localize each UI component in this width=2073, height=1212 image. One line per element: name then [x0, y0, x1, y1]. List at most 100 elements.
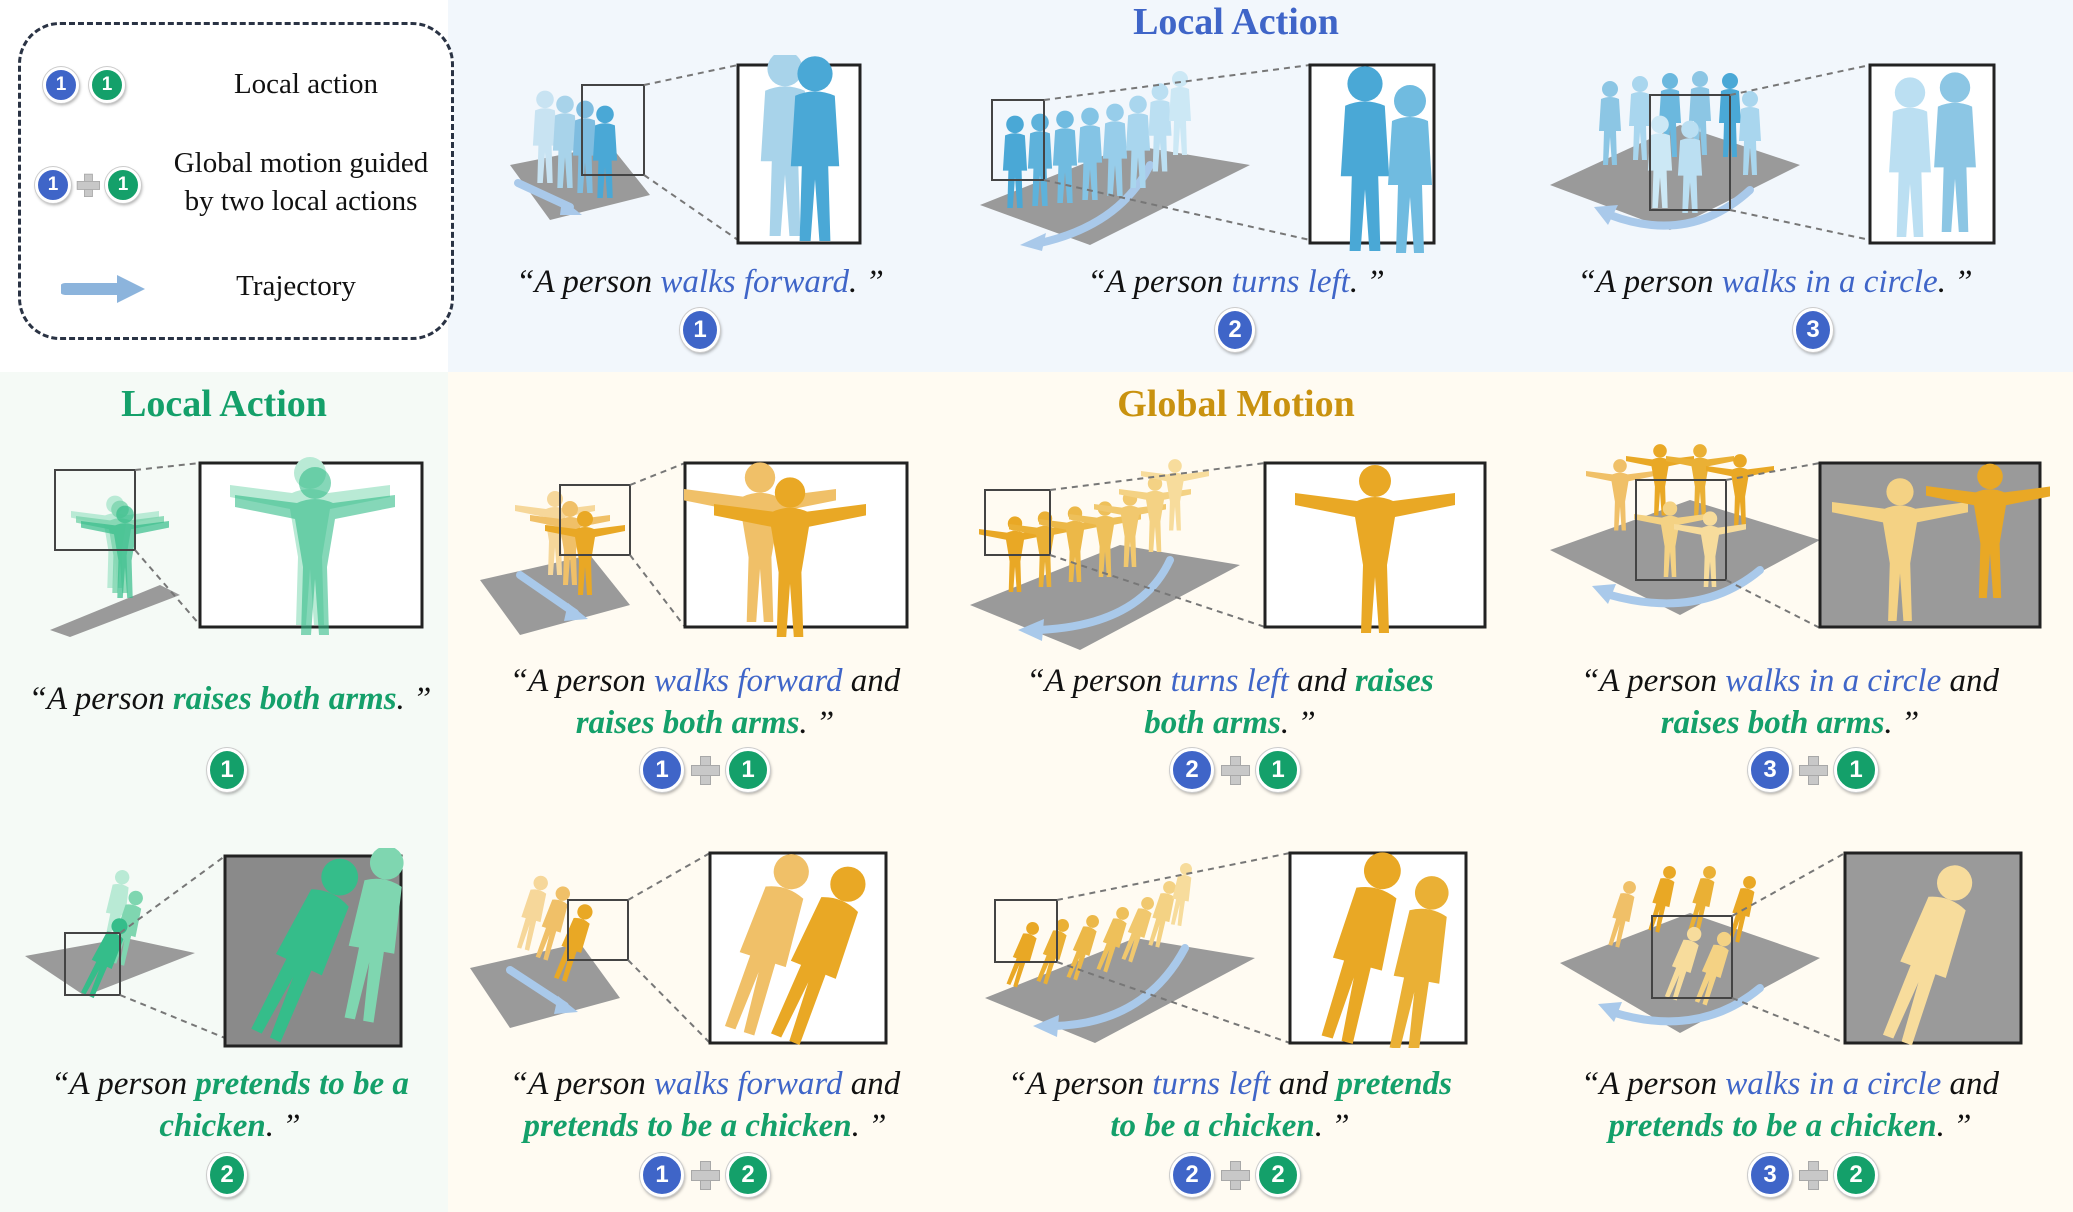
legend-trajectory-label: Trajectory — [236, 270, 356, 302]
badge-blue: 3 — [1793, 308, 1833, 352]
heading-local-action-left: Local Action — [121, 383, 327, 425]
caption-action-blue: walks in a circle — [1725, 663, 1942, 699]
caption-and: and — [1288, 663, 1355, 699]
caption-prefix: “A person — [28, 681, 173, 717]
caption-pretends-chicken: “A person pretends to be a chicken. ” — [0, 1063, 460, 1147]
badge-group-top-2: 2 — [1215, 308, 1255, 352]
caption-action: walks forward — [660, 264, 849, 300]
illustration-walks-in-circle — [1550, 63, 1996, 245]
plus-icon — [1220, 1160, 1250, 1190]
caption-circle-chicken: “A person walks in a circle and pretends… — [1540, 1063, 2040, 1147]
badge-green: 2 — [207, 1153, 247, 1197]
illustration-global-forward-arms — [480, 461, 909, 637]
caption-prefix: “A person — [1581, 663, 1726, 699]
badge-blue: 1 — [640, 1153, 684, 1197]
badge-blue: 2 — [1170, 1153, 1214, 1197]
caption-forward-arms: “A person walks forward and raises both … — [470, 660, 940, 744]
heading-global-motion: Global Motion — [1117, 383, 1355, 425]
plus-icon — [76, 173, 100, 197]
illustration-turns-left — [980, 63, 1436, 253]
caption-prefix: “A person — [1026, 663, 1171, 699]
caption-prefix: “A person — [51, 1066, 196, 1102]
badge-green-one: 1 — [89, 67, 125, 103]
caption-suffix: . ” — [396, 681, 432, 717]
caption-suffix: . ” — [1349, 264, 1385, 300]
caption-and: and — [1270, 1066, 1337, 1102]
illustration-global-left-arms — [970, 459, 1487, 650]
caption-suffix: . ” — [1936, 1108, 1972, 1144]
caption-action-green: both arms — [1144, 705, 1281, 741]
badge-green: 1 — [726, 748, 770, 792]
caption-prefix: “A person — [1007, 1066, 1153, 1102]
legend-global-line1: Global motion guided — [173, 147, 429, 179]
legend-local-badges: 1 1 — [43, 65, 153, 105]
badge-green: 2 — [1256, 1153, 1300, 1197]
caption-and: and — [842, 663, 901, 699]
caption-left-chicken: “A person turns left and pretends to be … — [975, 1063, 1485, 1147]
badge-group-circle-arms: 3 1 — [1723, 748, 1903, 792]
caption-action-green: raises — [1354, 663, 1434, 699]
plus-icon — [690, 1160, 720, 1190]
badge-group-left-1: 1 — [207, 748, 247, 792]
caption-walks-forward: “A person walks forward. ” — [470, 261, 930, 303]
caption-action-blue: turns left — [1170, 663, 1289, 699]
plus-icon — [1798, 755, 1828, 785]
caption-raises-both-arms: “A person raises both arms. ” — [0, 678, 460, 720]
caption-action: turns left — [1231, 264, 1350, 300]
trajectory-arrow-icon — [61, 275, 145, 303]
badge-blue: 1 — [680, 308, 720, 352]
legend-local-action-label: Local action — [233, 68, 379, 100]
badge-group-left-arms: 2 1 — [1145, 748, 1325, 792]
illustration-global-circle-chicken — [1560, 851, 2023, 1048]
badge-group-left-2: 2 — [207, 1153, 247, 1197]
illustration-walks-forward — [510, 55, 862, 245]
heading-local-action-top: Local Action — [1133, 1, 1339, 43]
badge-blue: 2 — [1170, 748, 1214, 792]
caption-action-green: to be a chicken — [1110, 1108, 1315, 1144]
illustration-pretends-chicken — [25, 848, 413, 1048]
caption-circle-arms: “A person walks in a circle and raises b… — [1540, 660, 2040, 744]
caption-action-green: pretends to be a chicken — [1608, 1108, 1937, 1144]
badge-green: 2 — [1834, 1153, 1878, 1197]
badge-blue: 3 — [1748, 1153, 1792, 1197]
plus-icon — [1798, 1160, 1828, 1190]
caption-suffix: . ” — [851, 1108, 887, 1144]
caption-suffix: . ” — [1884, 705, 1920, 741]
plus-icon — [690, 755, 720, 785]
caption-action-blue: walks in a circle — [1725, 1066, 1942, 1102]
caption-prefix: “A person — [516, 264, 661, 300]
caption-forward-chicken: “A person walks forward and pretends to … — [460, 1063, 950, 1147]
caption-suffix: . ” — [799, 705, 835, 741]
caption-and: and — [1941, 1066, 1999, 1102]
caption-prefix: “A person — [509, 1066, 654, 1102]
caption-prefix: “A person — [1087, 264, 1232, 300]
caption-action-green: raises both arms — [575, 705, 800, 741]
illustration-global-left-chicken — [985, 848, 1468, 1048]
illustration-global-circle-arms — [1550, 444, 2050, 629]
caption-turns-left: “A person turns left. ” — [1006, 261, 1466, 303]
badge-group-circle-chicken: 3 2 — [1723, 1153, 1903, 1197]
caption-and: and — [842, 1066, 901, 1102]
caption-suffix: . ” — [1280, 705, 1316, 741]
caption-and: and — [1941, 663, 1999, 699]
plus-icon — [1220, 755, 1250, 785]
illustration-global-forward-chicken — [470, 848, 888, 1048]
caption-action: chicken — [159, 1108, 266, 1144]
legend-global-badges: 1 1 — [35, 165, 145, 205]
caption-action-green: pretends — [1336, 1066, 1453, 1102]
illustration-raises-both-arms — [50, 457, 424, 637]
badge-blue: 2 — [1215, 308, 1255, 352]
caption-action-green: pretends to be a chicken — [523, 1108, 852, 1144]
badge-group-top-3: 3 — [1793, 308, 1833, 352]
badge-group-forward-arms: 1 1 — [615, 748, 795, 792]
caption-suffix: . ” — [265, 1108, 301, 1144]
caption-action-blue: turns left — [1152, 1066, 1271, 1102]
badge-green: 1 — [207, 748, 247, 792]
caption-action-blue: walks forward — [653, 663, 843, 699]
caption-left-arms: “A person turns left and raises both arm… — [990, 660, 1470, 744]
caption-action-blue: walks forward — [653, 1066, 843, 1102]
caption-prefix: “A person — [1581, 1066, 1726, 1102]
caption-prefix: “A person — [509, 663, 654, 699]
badge-green-one: 1 — [105, 167, 141, 203]
caption-action-green: raises both arms — [1660, 705, 1885, 741]
